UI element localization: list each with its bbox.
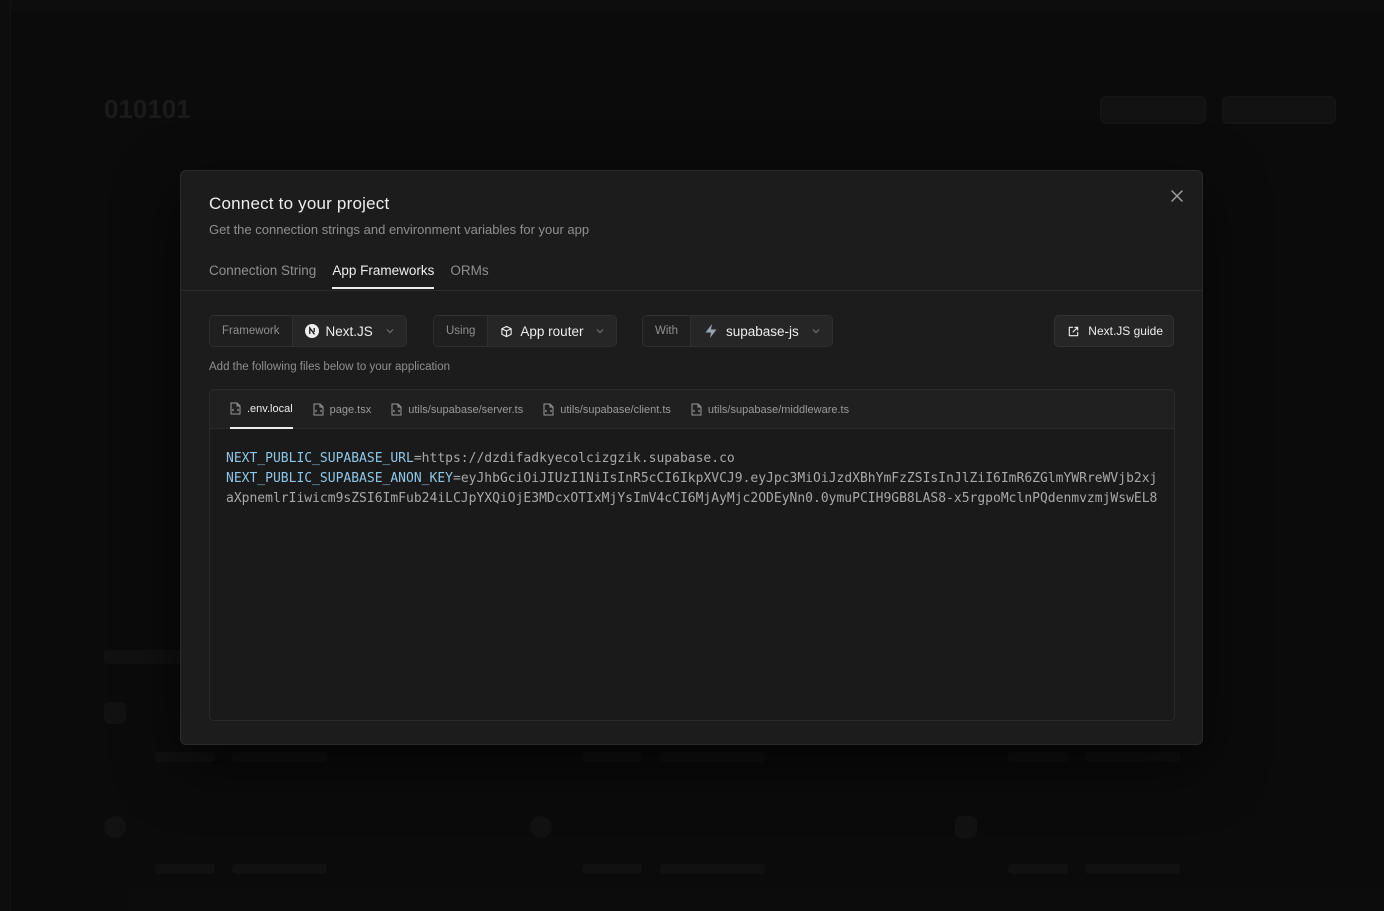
tab-connection-string[interactable]: Connection String <box>209 263 316 289</box>
external-link-icon <box>1067 325 1080 338</box>
file-tab-label: utils/supabase/server.ts <box>408 403 524 416</box>
framework-value: Next.JS <box>325 323 373 339</box>
chevron-down-icon <box>386 328 394 334</box>
supabase-icon <box>703 323 719 339</box>
nextjs-icon <box>304 324 319 338</box>
box-icon <box>500 325 513 338</box>
connect-modal: Connect to your project Get the connecti… <box>180 170 1203 745</box>
chevron-down-icon <box>812 328 820 334</box>
tab-orms[interactable]: ORMs <box>450 263 488 289</box>
using-label: Using <box>434 316 489 346</box>
guide-label: Next.JS guide <box>1088 324 1163 338</box>
modal-title: Connect to your project <box>209 194 390 213</box>
files-panel: .env.local page.tsx utils/supabase/serve… <box>209 389 1175 721</box>
with-selector: With supabase-js <box>642 315 833 347</box>
using-selector: Using App router <box>433 315 618 347</box>
connect-tabs: Connection String App Frameworks ORMs <box>209 263 489 289</box>
with-label: With <box>643 316 691 346</box>
close-icon[interactable] <box>1168 187 1186 205</box>
file-icon <box>230 402 241 415</box>
file-tabs: .env.local page.tsx utils/supabase/serve… <box>210 390 1174 429</box>
files-hint: Add the following files below to your ap… <box>209 361 451 373</box>
file-tab-label: page.tsx <box>329 403 372 416</box>
file-tab-label: utils/supabase/middleware.ts <box>707 403 850 416</box>
tab-app-frameworks[interactable]: App Frameworks <box>332 263 435 289</box>
framework-selector: Framework Next.JS <box>209 315 407 347</box>
env-url-value: https://dzdifadkyecolcizgzik.supabase.co <box>421 451 735 466</box>
framework-dropdown[interactable]: Next.JS <box>292 316 406 346</box>
chevron-down-icon <box>596 328 604 334</box>
file-icon <box>691 403 702 416</box>
tabs-divider <box>181 290 1202 291</box>
file-icon <box>313 403 324 416</box>
file-tab-server-ts[interactable]: utils/supabase/server.ts <box>391 390 523 429</box>
nextjs-guide-button[interactable]: Next.JS guide <box>1054 315 1174 347</box>
file-icon <box>391 403 402 416</box>
file-tab-client-ts[interactable]: utils/supabase/client.ts <box>543 390 671 429</box>
framework-label: Framework <box>210 316 293 346</box>
file-tab-label: utils/supabase/client.ts <box>560 403 671 416</box>
file-tab-middleware-ts[interactable]: utils/supabase/middleware.ts <box>691 390 849 429</box>
router-value: App router <box>520 323 584 339</box>
modal-subtitle: Get the connection strings and environme… <box>209 222 590 237</box>
file-tab-page-tsx[interactable]: page.tsx <box>313 390 372 429</box>
code-block[interactable]: NEXT_PUBLIC_SUPABASE_URL=https://dzdifad… <box>210 429 1174 529</box>
env-anon-key: NEXT_PUBLIC_SUPABASE_ANON_KEY <box>226 471 453 486</box>
library-dropdown[interactable]: supabase-js <box>691 316 832 346</box>
file-tab-env-local[interactable]: .env.local <box>230 390 293 429</box>
router-dropdown[interactable]: App router <box>488 316 617 346</box>
library-value: supabase-js <box>726 323 799 339</box>
env-url-key: NEXT_PUBLIC_SUPABASE_URL <box>226 451 414 466</box>
file-icon <box>543 403 554 416</box>
file-tab-label: .env.local <box>247 402 293 415</box>
